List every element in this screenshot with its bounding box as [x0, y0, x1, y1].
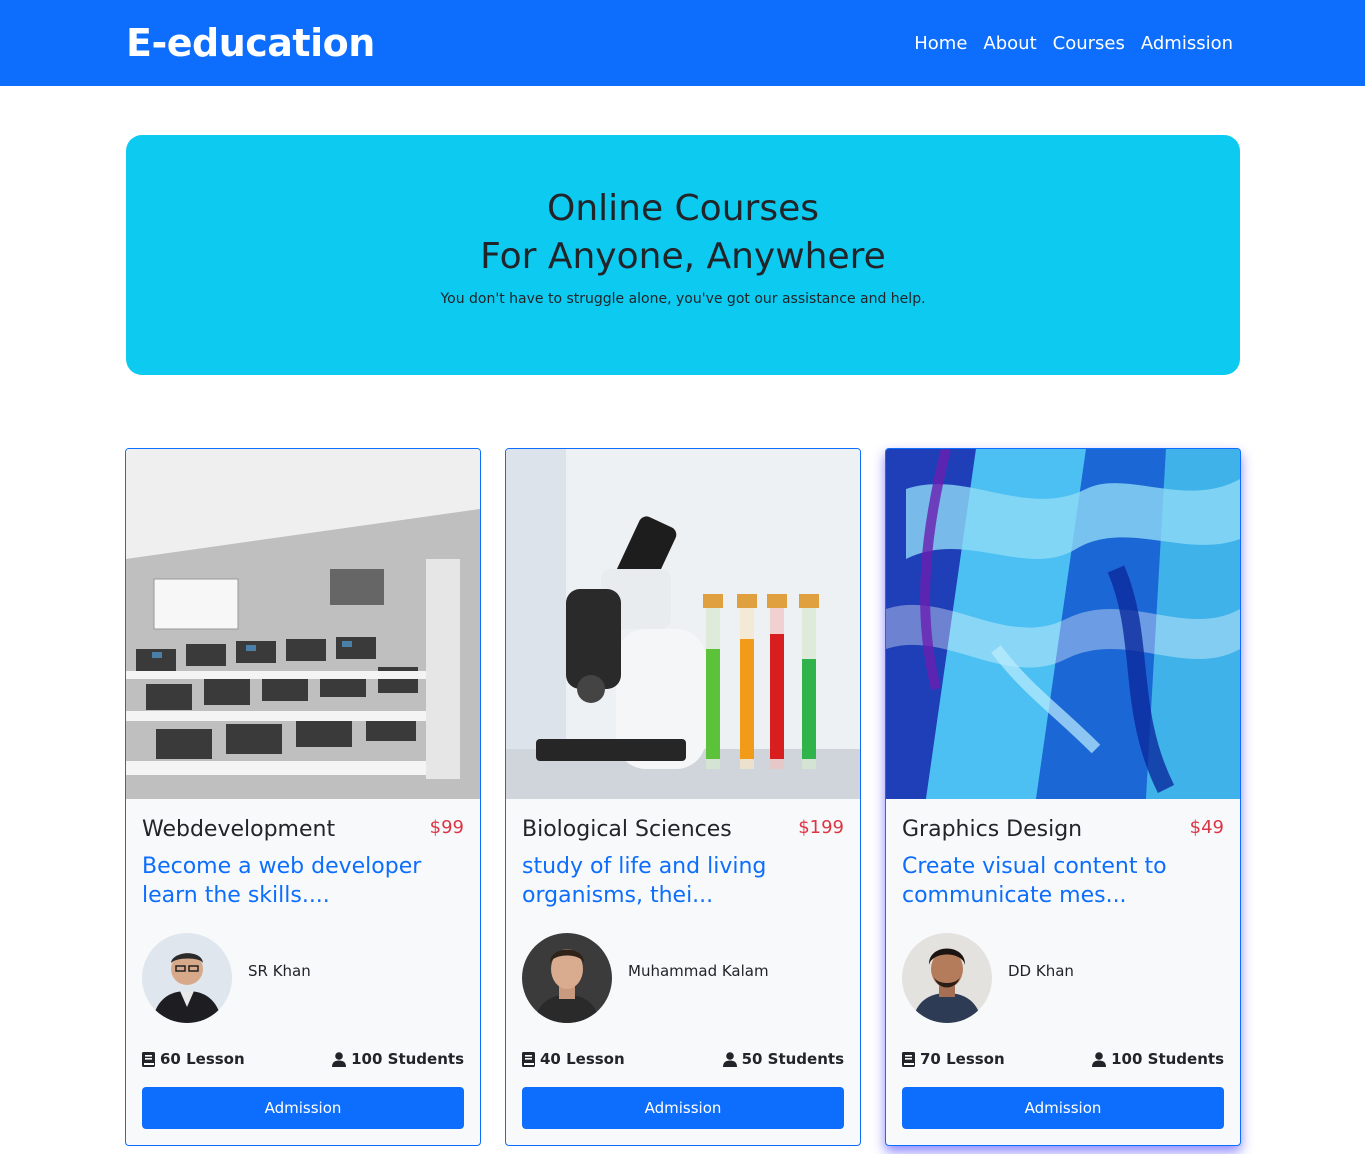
- instructor-avatar: [142, 933, 232, 1023]
- admission-button[interactable]: Admission: [522, 1087, 844, 1129]
- admission-button[interactable]: Admission: [142, 1087, 464, 1129]
- course-title: Graphics Design: [902, 817, 1083, 842]
- hero-title: Online Courses For Anyone, Anywhere: [126, 185, 1240, 281]
- student-count-label: 50 Students: [741, 1050, 844, 1068]
- book-icon: [522, 1051, 535, 1067]
- course-price: $199: [798, 817, 844, 838]
- lesson-count-label: 60 Lesson: [160, 1050, 245, 1068]
- lesson-count-label: 70 Lesson: [920, 1050, 1005, 1068]
- navbar: E-education Home About Courses Admission: [0, 0, 1365, 86]
- brand-logo[interactable]: E-education: [126, 20, 375, 66]
- lesson-count-label: 40 Lesson: [540, 1050, 625, 1068]
- nav-link-admission[interactable]: Admission: [1141, 31, 1233, 57]
- user-icon: [722, 1051, 737, 1067]
- student-count-label: 100 Students: [351, 1050, 464, 1068]
- instructor-name: Muhammad Kalam: [628, 962, 769, 980]
- course-image-paint: [886, 449, 1240, 799]
- course-title: Biological Sciences: [522, 817, 732, 842]
- hero-banner: Online Courses For Anyone, Anywhere You …: [126, 135, 1240, 375]
- course-price: $99: [429, 817, 464, 838]
- course-image-microscope: [506, 449, 860, 799]
- nav-links: Home About Courses Admission: [914, 31, 1233, 57]
- instructor-name: SR Khan: [248, 962, 311, 980]
- lesson-count: 60 Lesson: [142, 1049, 245, 1069]
- course-price: $49: [1189, 817, 1224, 838]
- course-description[interactable]: study of life and living organisms, thei…: [522, 852, 842, 910]
- hero-subtitle: You don't have to struggle alone, you've…: [440, 291, 926, 307]
- hero-title-line1: Online Courses: [546, 188, 819, 229]
- course-card-biological-sciences: Biological Sciences $199 study of life a…: [505, 448, 861, 1146]
- course-title: Webdevelopment: [142, 817, 336, 842]
- course-description[interactable]: Become a web developer learn the skills.…: [142, 852, 462, 910]
- student-count-label: 100 Students: [1111, 1050, 1224, 1068]
- course-card-graphics-design: Graphics Design $49 Create visual conten…: [885, 448, 1241, 1146]
- nav-link-courses[interactable]: Courses: [1053, 31, 1125, 57]
- course-description[interactable]: Create visual content to communicate mes…: [902, 852, 1222, 910]
- lesson-count: 70 Lesson: [902, 1049, 1005, 1069]
- instructor-avatar: [522, 933, 612, 1023]
- book-icon: [902, 1051, 915, 1067]
- user-icon: [1092, 1051, 1107, 1067]
- hero-title-line2: For Anyone, Anywhere: [480, 236, 886, 277]
- student-count: 100 Students: [1092, 1049, 1224, 1069]
- student-count: 100 Students: [332, 1049, 464, 1069]
- nav-link-home[interactable]: Home: [914, 31, 967, 57]
- instructor-avatar: [902, 933, 992, 1023]
- course-image-classroom: [126, 449, 480, 799]
- user-icon: [332, 1051, 347, 1067]
- lesson-count: 40 Lesson: [522, 1049, 625, 1069]
- admission-button[interactable]: Admission: [902, 1087, 1224, 1129]
- book-icon: [142, 1051, 155, 1067]
- nav-link-about[interactable]: About: [983, 31, 1036, 57]
- student-count: 50 Students: [722, 1049, 844, 1069]
- instructor-name: DD Khan: [1008, 962, 1074, 980]
- course-card-webdevelopment: Webdevelopment $99 Become a web develope…: [125, 448, 481, 1146]
